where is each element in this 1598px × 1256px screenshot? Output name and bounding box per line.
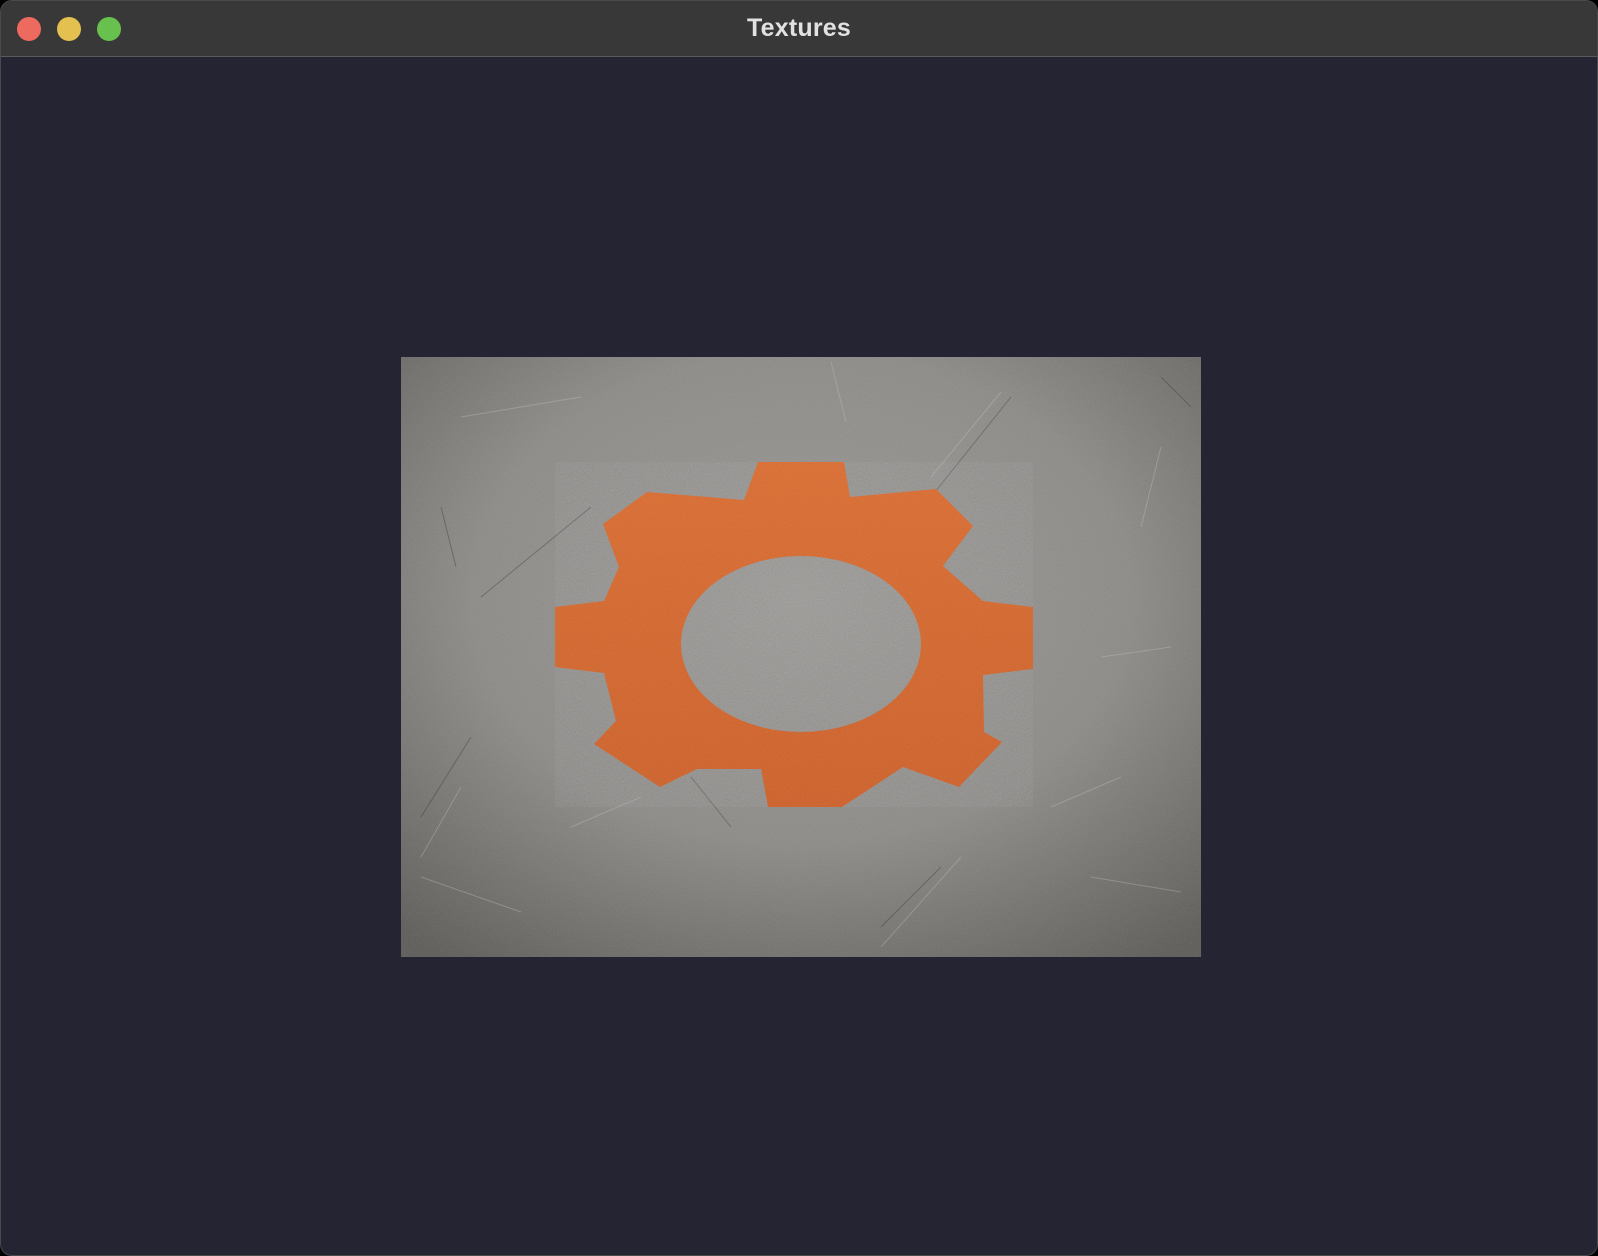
metal-grain bbox=[401, 357, 1201, 957]
texture-quad bbox=[401, 357, 1201, 957]
title-bar[interactable]: Textures bbox=[1, 1, 1597, 57]
app-window: Textures bbox=[0, 0, 1598, 1256]
render-viewport bbox=[1, 57, 1597, 1255]
window-title: Textures bbox=[747, 14, 851, 42]
